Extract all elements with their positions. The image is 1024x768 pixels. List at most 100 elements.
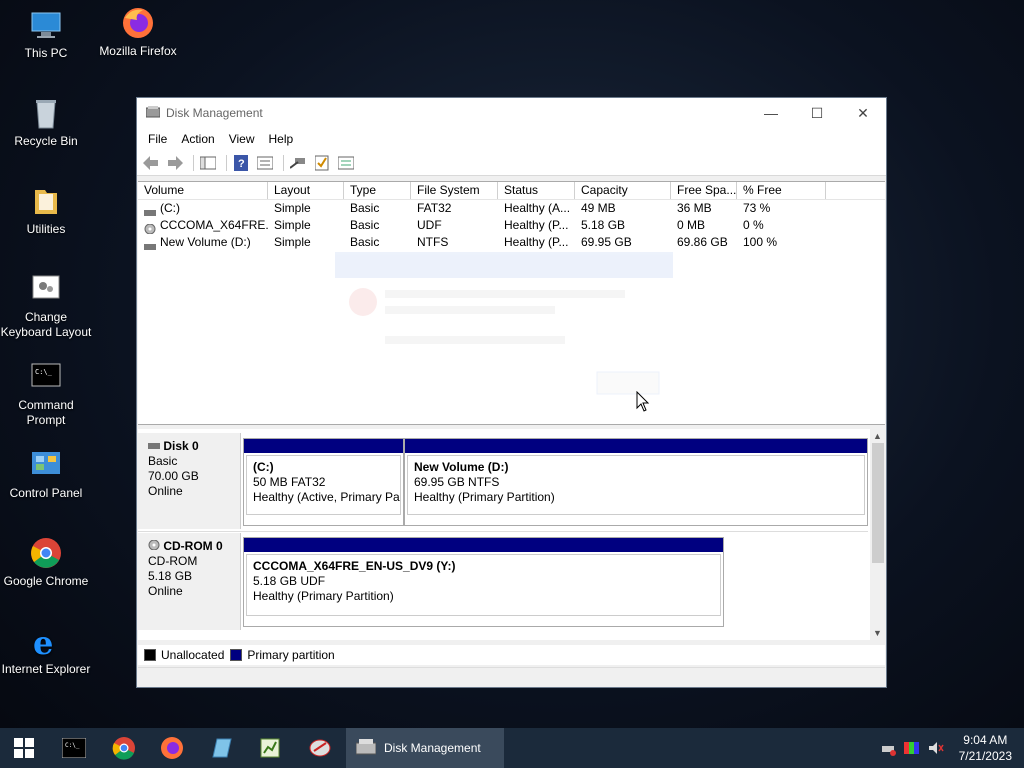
show-hide-console-tree-icon[interactable]	[198, 154, 218, 172]
scrollbar-thumb[interactable]	[872, 443, 884, 563]
properties-icon[interactable]	[255, 154, 275, 172]
cdrom-0-label[interactable]: CD-ROM 0 CD-ROM 5.18 GB Online	[138, 533, 241, 630]
free-space-cell: 69.86 GB	[677, 235, 728, 249]
volume-muted-icon[interactable]	[928, 740, 944, 759]
graphical-view-scrollbar[interactable]: ▲ ▼	[870, 429, 886, 640]
taskbar-firefox[interactable]	[148, 728, 196, 768]
primary-partition-swatch	[230, 649, 243, 661]
partition-y[interactable]: CCCOMA_X64FRE_EN-US_DV9 (Y:) 5.18 GB UDF…	[243, 537, 724, 627]
volume-cell: (C:)	[138, 200, 268, 217]
status-cell: Healthy (A...	[504, 201, 571, 215]
column-header-capacity[interactable]: Capacity	[575, 182, 671, 199]
status-bar	[138, 667, 885, 688]
column-header-volume[interactable]: Volume	[138, 182, 268, 199]
desktop-icon-control-panel[interactable]: Control Panel	[0, 448, 92, 501]
type-cell: Basic	[350, 201, 380, 215]
mouse-cursor-icon	[636, 391, 650, 412]
column-header-type[interactable]: Type	[344, 182, 411, 199]
capacity-cell: 49 MB	[581, 201, 616, 215]
clock-time: 9:04 AM	[963, 733, 1008, 747]
column-header-status[interactable]: Status	[498, 182, 575, 199]
maximize-button[interactable]: ☐	[794, 98, 840, 128]
drive-icon	[144, 239, 156, 250]
taskbar-snipping[interactable]	[296, 728, 344, 768]
title-bar[interactable]: Disk Management — ☐ ✕	[137, 98, 886, 128]
cd-drive-icon	[144, 222, 156, 234]
desktop-icon-firefox[interactable]: Mozilla Firefox	[92, 6, 184, 59]
volume-list: Volume Layout Type File System Status Ca…	[138, 181, 885, 425]
file-system-cell: UDF	[417, 218, 442, 232]
keyboard-layout-icon	[29, 272, 63, 306]
partition-status: Healthy (Primary Partition)	[414, 490, 555, 504]
volume-list-header: Volume Layout Type File System Status Ca…	[138, 182, 885, 200]
menu-view[interactable]: View	[222, 132, 262, 146]
checklist-icon[interactable]	[312, 154, 332, 172]
disk-graphical-view: Disk 0 Basic 70.00 GB Online (C:) 50 MB …	[138, 429, 885, 640]
desktop-icon-utilities[interactable]: Utilities	[0, 184, 92, 237]
partition-size: 5.18 GB UDF	[253, 574, 326, 588]
taskbar-disk-management[interactable]: Disk Management	[346, 728, 504, 768]
layout-cell: Simple	[274, 218, 311, 232]
taskbar-cmd[interactable]: C:\_	[50, 728, 98, 768]
column-header-free-space[interactable]: Free Spa...	[671, 182, 737, 199]
menu-action[interactable]: Action	[174, 132, 221, 146]
spreadsheet-icon	[260, 738, 280, 758]
fading-dialog-body	[335, 278, 673, 408]
forward-icon[interactable]	[165, 154, 185, 172]
volume-row[interactable]: (C:) Simple Basic FAT32 Healthy (A... 49…	[138, 200, 885, 217]
disk-type: CD-ROM	[148, 554, 198, 568]
disk-0-label[interactable]: Disk 0 Basic 70.00 GB Online	[138, 433, 241, 529]
desktop-icon-command-prompt[interactable]: C:\_ Command Prompt	[0, 360, 92, 428]
disk-management-icon	[355, 738, 377, 758]
taskbar-chrome[interactable]	[100, 728, 148, 768]
start-button[interactable]	[0, 728, 48, 768]
primary-partition-bar	[405, 439, 867, 453]
help-icon[interactable]: ?	[231, 154, 251, 172]
scroll-down-icon[interactable]: ▼	[873, 628, 882, 638]
desktop-icon-recycle-bin[interactable]: Recycle Bin	[0, 96, 92, 149]
file-system-cell: NTFS	[417, 235, 449, 249]
clock[interactable]: 9:04 AM 7/21/2023	[959, 732, 1012, 764]
percent-free-cell: 73 %	[743, 201, 771, 215]
desktop-icon-label: Recycle Bin	[14, 134, 78, 148]
file-system-cell: FAT32	[417, 201, 452, 215]
partition-c[interactable]: (C:) 50 MB FAT32 Healthy (Active, Primar…	[243, 438, 404, 526]
legend-primary: Primary partition	[247, 648, 335, 662]
svg-text:e: e	[33, 624, 53, 658]
desktop-icon-label: Google Chrome	[3, 574, 89, 588]
color-settings-icon[interactable]	[904, 740, 920, 759]
network-icon[interactable]	[880, 740, 896, 759]
capacity-cell: 5.18 GB	[581, 218, 626, 232]
type-cell: Basic	[350, 218, 380, 232]
layout-cell: Simple	[274, 201, 311, 215]
taskbar-spreadsheet[interactable]	[246, 728, 294, 768]
menu-file[interactable]: File	[141, 132, 174, 146]
connect-disk-icon[interactable]	[288, 154, 308, 172]
volume-name: CCCOMA_X64FRE...	[160, 218, 268, 232]
disk-name: Disk 0	[163, 439, 199, 453]
volume-row[interactable]: CCCOMA_X64FRE... Simple Basic UDF Health…	[138, 217, 885, 234]
desktop-icon-label: This PC	[24, 46, 68, 60]
list-view-icon[interactable]	[336, 154, 356, 172]
minimize-button[interactable]: —	[748, 98, 794, 128]
taskbar-notes[interactable]	[198, 728, 246, 768]
toolbar-separator	[193, 154, 194, 171]
column-header-file-system[interactable]: File System	[411, 182, 498, 199]
volume-row[interactable]: New Volume (D:) Simple Basic NTFS Health…	[138, 234, 885, 251]
column-header-percent-free[interactable]: % Free	[737, 182, 826, 199]
desktop-icon-chrome[interactable]: Google Chrome	[0, 536, 92, 589]
this-pc-icon	[29, 8, 63, 42]
partition-d[interactable]: New Volume (D:) 69.95 GB NTFS Healthy (P…	[404, 438, 868, 526]
primary-partition-bar	[244, 439, 403, 453]
column-header-layout[interactable]: Layout	[268, 182, 344, 199]
partition-name: New Volume (D:)	[414, 460, 509, 474]
desktop-icon-ie[interactable]: e Internet Explorer	[0, 624, 92, 677]
desktop-icon-this-pc[interactable]: This PC	[0, 8, 92, 61]
back-icon[interactable]	[141, 154, 161, 172]
cmd-icon: C:\_	[62, 738, 86, 758]
desktop-icon-keyboard-layout[interactable]: Change Keyboard Layout	[0, 272, 92, 340]
close-button[interactable]: ✕	[840, 98, 886, 128]
legend-unallocated: Unallocated	[161, 648, 225, 662]
menu-help[interactable]: Help	[262, 132, 301, 146]
scroll-up-icon[interactable]: ▲	[873, 431, 882, 441]
